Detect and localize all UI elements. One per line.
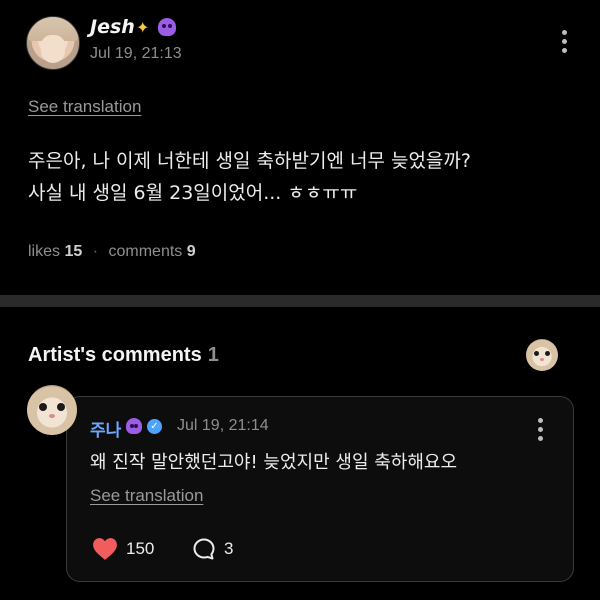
artist-avatar-small[interactable]: [526, 339, 558, 371]
post-stats: likes 15 · comments 9: [28, 243, 196, 261]
post-body-line-2: 사실 내 생일 6월 23일이었어... ㅎㅎㅠㅠ: [28, 182, 358, 204]
artist-comments-title: Artist's comments: [28, 344, 202, 366]
cat-nose: [540, 358, 544, 361]
artist-comments-count: 1: [207, 344, 219, 366]
post-author-name[interactable]: Jesh: [90, 16, 135, 38]
post-body-line-1: 주은아, 나 이제 너한테 생일 축하받기엔 너무 늦었을까?: [28, 150, 471, 172]
comments-count[interactable]: 9: [187, 243, 196, 260]
cat-nose: [49, 414, 55, 418]
cat-eye: [39, 403, 47, 411]
comment-more-options-icon[interactable]: [538, 418, 544, 444]
comment-author-name[interactable]: 주나: [90, 416, 121, 441]
avatar-face: [41, 35, 65, 63]
post-timestamp: Jul 19, 21:13: [90, 45, 182, 62]
comment-reply-count: 3: [224, 539, 234, 558]
comment-timestamp: Jul 19, 21:14: [177, 417, 269, 434]
verified-badge-icon: ✓: [147, 419, 162, 434]
comment-see-translation-link[interactable]: See translation: [90, 486, 203, 506]
section-divider: [0, 295, 600, 307]
post-more-options-icon[interactable]: [562, 30, 568, 56]
cat-eye: [545, 351, 550, 356]
alien-monster-icon: [126, 418, 142, 434]
heart-icon: [93, 538, 117, 560]
comment-reply-button[interactable]: 3: [192, 537, 233, 561]
comment-body: 왜 진작 말안했던고야! 늦었지만 생일 축하해요오: [90, 452, 458, 473]
cat-eye: [534, 351, 539, 356]
speech-bubble-icon: [193, 538, 215, 560]
likes-count: 15: [64, 243, 83, 260]
post-body: 주은아, 나 이제 너한테 생일 축하받기엔 너무 늦었을까? 사실 내 생일 …: [28, 145, 578, 209]
stats-separator: ·: [92, 243, 99, 260]
artist-comments-heading: Artist's comments 1: [28, 344, 219, 367]
alien-monster-icon: [158, 18, 176, 36]
post-author-avatar[interactable]: [26, 16, 80, 70]
post-see-translation-link[interactable]: See translation: [28, 97, 141, 117]
likes-label: likes: [28, 243, 61, 260]
comment-author-avatar[interactable]: [27, 385, 77, 435]
comments-label[interactable]: comments: [109, 243, 183, 260]
comet-icon: ✦: [136, 18, 150, 37]
comment-like-count: 150: [126, 539, 155, 558]
comment-like-button[interactable]: 150: [92, 537, 154, 561]
cat-eye: [57, 403, 65, 411]
